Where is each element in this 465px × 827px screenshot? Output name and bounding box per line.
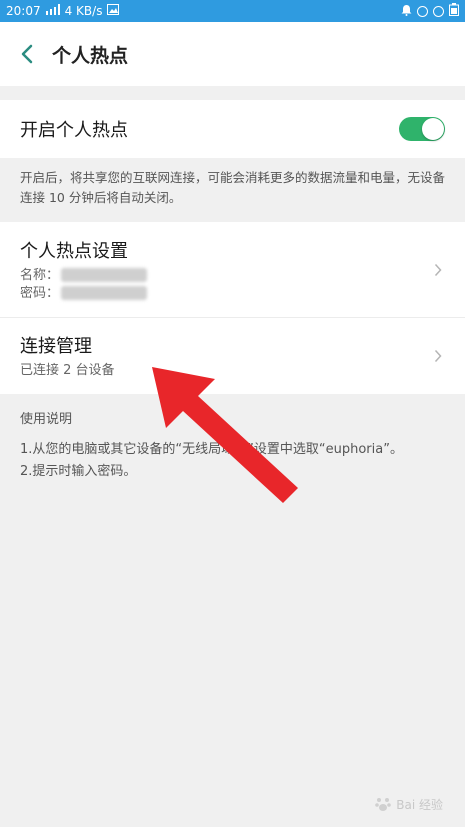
hotspot-password-redacted bbox=[61, 286, 148, 300]
status-right bbox=[401, 3, 459, 19]
connection-manage-subtitle: 已连接 2 台设备 bbox=[20, 363, 115, 378]
hotspot-name-label: 名称： bbox=[20, 267, 60, 283]
bell-icon bbox=[401, 4, 412, 19]
connection-manage-row[interactable]: 连接管理 已连接 2 台设备 bbox=[0, 318, 465, 394]
usage-step-2: 2.提示时输入密码。 bbox=[20, 464, 137, 479]
hotspot-password-label: 密码： bbox=[20, 285, 60, 301]
hotspot-options-card: 个人热点设置 名称： 密码： 连接管理 已连接 2 台设备 bbox=[0, 222, 465, 394]
watermark: Bai 经验 bbox=[374, 795, 443, 813]
switch-knob bbox=[422, 118, 444, 140]
hotspot-name-redacted bbox=[61, 268, 148, 282]
battery-icon bbox=[449, 3, 459, 19]
signal-icon bbox=[45, 4, 60, 18]
usage-step-1: 1.从您的电脑或其它设备的“无线局域网”设置中选取“euphoria”。 bbox=[20, 442, 403, 457]
settings-status-icon bbox=[417, 5, 428, 17]
hotspot-settings-title: 个人热点设置 bbox=[20, 240, 128, 262]
connection-manage-text: 连接管理 已连接 2 台设备 bbox=[20, 332, 115, 380]
hotspot-toggle-card: 开启个人热点 bbox=[0, 100, 465, 158]
alarm-icon bbox=[433, 5, 444, 17]
hotspot-name-line: 名称： bbox=[20, 267, 148, 285]
hotspot-password-line: 密码： bbox=[20, 285, 148, 303]
paw-icon bbox=[375, 798, 392, 811]
status-bar: 20:07 4 KB/s bbox=[0, 0, 465, 22]
chevron-left-icon[interactable] bbox=[16, 43, 38, 65]
usage-title: 使用说明 bbox=[20, 412, 73, 427]
hotspot-switch[interactable] bbox=[399, 117, 445, 141]
watermark-text: Bai 经验 bbox=[396, 797, 443, 812]
status-time: 20:07 bbox=[6, 4, 41, 18]
image-icon bbox=[107, 4, 120, 18]
status-left: 20:07 4 KB/s bbox=[6, 4, 120, 18]
hotspot-toggle-label: 开启个人热点 bbox=[20, 120, 128, 141]
network-speed: 4 KB/s bbox=[64, 4, 103, 18]
hotspot-settings-row[interactable]: 个人热点设置 名称： 密码： bbox=[0, 222, 465, 318]
hotspot-settings-text: 个人热点设置 名称： 密码： bbox=[20, 237, 148, 303]
chevron-right-icon bbox=[431, 349, 445, 363]
page-title: 个人热点 bbox=[52, 44, 129, 67]
chevron-right-icon bbox=[431, 263, 445, 277]
connection-manage-title: 连接管理 bbox=[20, 336, 92, 357]
app-bar: 个人热点 bbox=[0, 22, 465, 86]
hotspot-description: 开启后，将共享您的互联网连接，可能会消耗更多的数据流量和电量，无设备连接 10 … bbox=[0, 158, 465, 222]
usage-instructions: 使用说明 1.从您的电脑或其它设备的“无线局域网”设置中选取“euphoria”… bbox=[0, 394, 465, 500]
hotspot-toggle-row[interactable]: 开启个人热点 bbox=[0, 100, 465, 158]
